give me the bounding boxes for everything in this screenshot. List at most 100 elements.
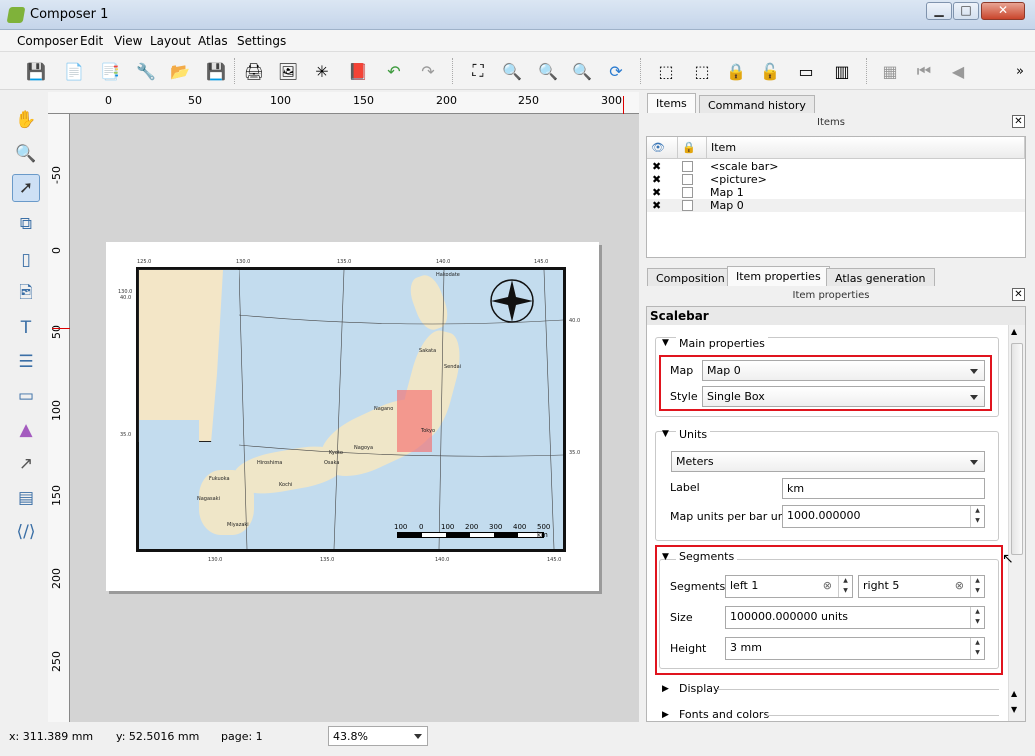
zoom-out-icon[interactable]: 🔍	[570, 59, 594, 83]
tab-item-properties[interactable]: Item properties	[727, 266, 830, 286]
composer-manager-icon[interactable]: 🔧	[134, 59, 158, 83]
save-icon[interactable]: 💾	[24, 59, 48, 83]
expand-triangle-icon[interactable]: ▶	[662, 684, 669, 694]
tab-atlas-generation[interactable]: Atlas generation	[826, 268, 935, 286]
close-button[interactable]: ✕	[981, 2, 1025, 20]
group-items-icon[interactable]: ⬚	[654, 59, 678, 83]
style-select[interactable]: Single Box	[702, 386, 985, 407]
segments-title[interactable]: Segments	[676, 550, 738, 563]
add-image-icon[interactable]: 🖻	[12, 280, 40, 308]
minimize-button[interactable]: ▁	[926, 2, 952, 20]
spinbox-arrows-icon[interactable]: ▲ ▼	[970, 607, 984, 628]
add-arrow-icon[interactable]: ↗	[12, 450, 40, 478]
save-template-icon[interactable]: 💾	[204, 59, 228, 83]
unit-label-input[interactable]: km	[782, 478, 985, 499]
spinbox-arrows-icon[interactable]: ▲ ▼	[970, 506, 984, 527]
scroll-down-icon[interactable]: ▲	[1011, 689, 1017, 698]
lock-checkbox[interactable]	[682, 161, 693, 172]
undo-icon[interactable]: ↶	[382, 59, 406, 83]
unlock-icon[interactable]: 🔓	[758, 59, 782, 83]
pan-icon[interactable]: ✋	[12, 106, 40, 134]
add-shape-icon[interactable]: ▲	[12, 416, 40, 444]
add-html-icon[interactable]: ⟨/⟩	[12, 518, 40, 546]
main-properties-title[interactable]: Main properties	[676, 337, 768, 350]
export-pdf-icon[interactable]: 📕	[346, 59, 370, 83]
scroll-down-icon[interactable]: ▼	[1011, 705, 1017, 714]
units-title[interactable]: Units	[676, 428, 711, 441]
units-select[interactable]: Meters	[671, 451, 985, 472]
zoom-full-icon[interactable]: ⛶	[466, 59, 490, 83]
zoom-select[interactable]: 43.8%	[328, 726, 428, 746]
spinbox-arrows-icon[interactable]: ▲ ▼	[970, 638, 984, 659]
menu-settings[interactable]: Settings	[237, 34, 286, 48]
lock-header-icon[interactable]: 🔒	[678, 137, 707, 159]
add-table-icon[interactable]: ▤	[12, 484, 40, 512]
lock-checkbox[interactable]	[682, 174, 693, 185]
select-move-icon[interactable]: ➚	[12, 174, 40, 202]
menu-view[interactable]: View	[114, 34, 142, 48]
collapse-triangle-icon[interactable]: ▼	[662, 338, 669, 348]
visible-check-icon[interactable]: ✖	[652, 173, 661, 186]
items-table[interactable]: 👁 🔒 Item ✖ <scale bar> ✖ <picture> ✖ Map…	[646, 136, 1026, 258]
previous-feature-icon[interactable]: ◀	[946, 59, 970, 83]
scalebar[interactable]	[397, 532, 544, 538]
maximize-button[interactable]: □	[953, 2, 979, 20]
redo-icon[interactable]: ↷	[416, 59, 440, 83]
menu-atlas[interactable]: Atlas	[198, 34, 228, 48]
tab-command-history[interactable]: Command history	[699, 95, 815, 113]
visible-check-icon[interactable]: ✖	[652, 199, 661, 212]
toolbar-overflow-icon[interactable]: »	[1008, 59, 1032, 83]
table-row[interactable]: ✖ <scale bar>	[647, 160, 1025, 173]
visibility-header-icon[interactable]: 👁	[647, 137, 678, 159]
close-icon[interactable]: ✕	[1012, 288, 1025, 301]
raise-items-icon[interactable]: ▭	[794, 59, 818, 83]
lock-checkbox[interactable]	[682, 200, 693, 211]
table-row[interactable]: ✖ <picture>	[647, 173, 1025, 186]
segments-left-input[interactable]: left 1 ⊗ ▲ ▼	[725, 575, 853, 598]
fonts-colors-group-title[interactable]: Fonts and colors	[676, 708, 773, 721]
table-row[interactable]: ✖ Map 0	[647, 199, 1025, 212]
first-feature-icon[interactable]: ⏮	[912, 59, 936, 83]
move-content-icon[interactable]: ⧉	[12, 210, 40, 238]
display-group-title[interactable]: Display	[676, 682, 723, 695]
add-map-icon[interactable]: ▯	[12, 246, 40, 274]
visible-check-icon[interactable]: ✖	[652, 186, 661, 199]
open-template-icon[interactable]: 📂	[168, 59, 192, 83]
size-input[interactable]: 100000.000000 units ▲ ▼	[725, 606, 985, 629]
item-column-header[interactable]: Item	[707, 137, 1025, 159]
height-input[interactable]: 3 mm ▲ ▼	[725, 637, 985, 660]
properties-scrollbar[interactable]: ▲ ▲ ▼	[1008, 325, 1025, 721]
add-scalebar-icon[interactable]: ▭	[12, 382, 40, 410]
spinbox-arrows-icon[interactable]: ▲ ▼	[838, 576, 852, 597]
add-legend-icon[interactable]: ☰	[12, 348, 40, 376]
atlas-preview-icon[interactable]: ▦	[878, 59, 902, 83]
export-image-icon[interactable]: 🖼	[276, 59, 300, 83]
spinbox-arrows-icon[interactable]: ▲ ▼	[970, 576, 984, 597]
visible-check-icon[interactable]: ✖	[652, 160, 661, 173]
add-label-icon[interactable]: T	[12, 314, 40, 342]
zoom-actual-icon[interactable]: 🔍	[500, 59, 524, 83]
collapse-triangle-icon[interactable]: ▼	[662, 552, 669, 562]
close-icon[interactable]: ✕	[1012, 115, 1025, 128]
scroll-thumb[interactable]	[1011, 343, 1023, 555]
menu-edit[interactable]: Edit	[80, 34, 103, 48]
map-item-overview[interactable]	[138, 269, 239, 443]
clear-icon[interactable]: ⊗	[955, 579, 964, 592]
print-icon[interactable]: 🖨	[242, 59, 266, 83]
duplicate-composer-icon[interactable]: 📑	[98, 59, 122, 83]
lock-checkbox[interactable]	[682, 187, 693, 198]
map-units-per-bar-input[interactable]: 1000.000000 ▲ ▼	[782, 505, 985, 528]
new-composer-icon[interactable]: 📄	[62, 59, 86, 83]
scroll-up-icon[interactable]: ▲	[1011, 327, 1017, 336]
align-items-icon[interactable]: ▥	[830, 59, 854, 83]
collapse-triangle-icon[interactable]: ▼	[662, 429, 669, 439]
tab-items[interactable]: Items	[647, 93, 696, 113]
lock-icon[interactable]: 🔒	[724, 59, 748, 83]
clear-icon[interactable]: ⊗	[823, 579, 832, 592]
menu-layout[interactable]: Layout	[150, 34, 191, 48]
map-select[interactable]: Map 0	[702, 360, 985, 381]
tab-composition[interactable]: Composition	[647, 268, 734, 286]
table-row[interactable]: ✖ Map 1	[647, 186, 1025, 199]
refresh-icon[interactable]: ⟳	[604, 59, 628, 83]
ungroup-items-icon[interactable]: ⬚	[690, 59, 714, 83]
